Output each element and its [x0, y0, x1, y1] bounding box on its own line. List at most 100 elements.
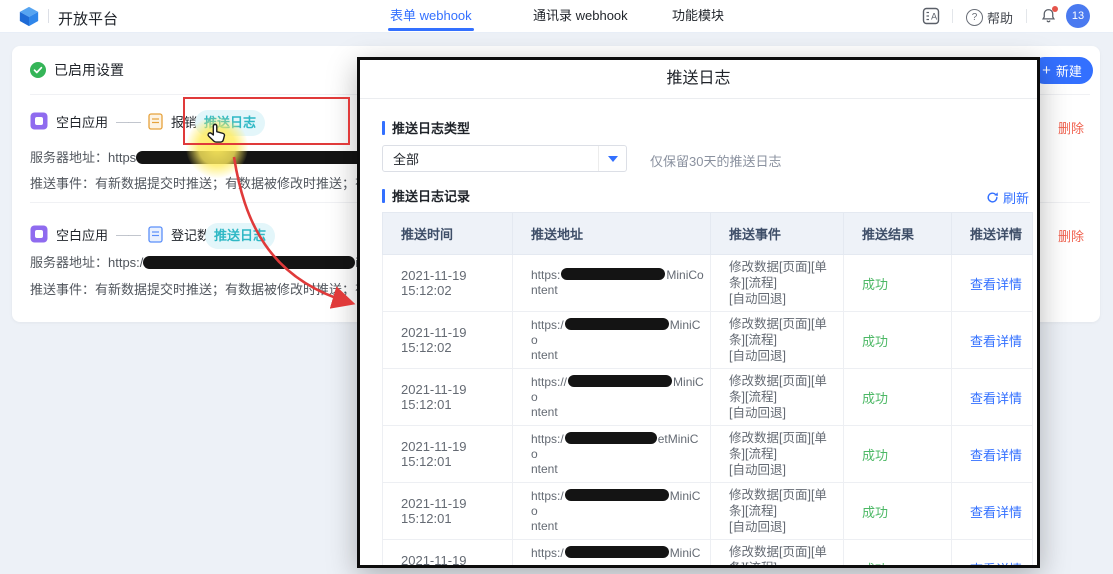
log-type-section-label: 推送日志类型: [382, 118, 470, 137]
cell-push-detail: 查看详情: [952, 483, 1033, 540]
cell-push-result: 成功: [844, 312, 952, 369]
url-wrap: ntent: [531, 462, 558, 476]
plus-icon: +: [1042, 63, 1051, 78]
cell-push-time: 2021-11-19 15:12:00: [383, 540, 513, 569]
cell-push-url: https:/MiniContent: [513, 483, 711, 540]
form-doc-icon-orange: [148, 113, 163, 130]
cell-push-result: 成功: [844, 483, 952, 540]
cell-push-url: https: MiniCo ntent: [513, 255, 711, 312]
cell-push-time: 2021-11-19 15:12:01: [383, 369, 513, 426]
redaction-bar: [565, 546, 669, 558]
new-button[interactable]: + 新建: [1031, 57, 1093, 84]
refresh-button[interactable]: 刷新: [986, 188, 1029, 207]
table-row: 2021-11-19 15:12:01https:/MiniContent修改数…: [383, 483, 1033, 540]
chevron-down-icon: [608, 156, 618, 162]
view-detail-link[interactable]: 查看详情: [970, 562, 1022, 569]
url-wrap: ntent: [531, 348, 558, 362]
tab-contacts-webhook[interactable]: 通讯录 webhook: [533, 0, 628, 31]
tab-feature-modules[interactable]: 功能模块: [672, 0, 724, 31]
push-log-modal: 推送日志 推送日志类型 全部 仅保留30天的推送日志 推送日志记录 刷新: [357, 57, 1040, 568]
cell-push-event: 修改数据[页面][单条][流程][自动回退]: [711, 312, 844, 369]
url-wrap: ntent: [531, 283, 558, 297]
cell-push-time: 2021-11-19 15:12:02: [383, 312, 513, 369]
log-records-section-label: 推送日志记录: [382, 186, 470, 205]
notification-bell-icon[interactable]: [1040, 7, 1057, 30]
event-line-1: 修改数据[页面][单条][流程]: [729, 317, 827, 347]
url-wrap: ntent: [531, 519, 558, 533]
app-type-label: 空白应用: [56, 112, 108, 131]
cell-push-event: 修改数据[页面][单条][流程][自动回退]: [711, 369, 844, 426]
url-tail: MiniCo: [666, 268, 703, 282]
url-prefix: https:/: [531, 432, 564, 446]
url-wrap: ntent: [531, 405, 558, 419]
col-push-url: 推送地址: [513, 213, 711, 255]
view-detail-link[interactable]: 查看详情: [970, 277, 1022, 292]
blank-app-icon: [30, 112, 48, 130]
redaction-bar: [568, 375, 672, 387]
table-row: 2021-11-19 15:12:02 https: MiniCo ntent 修改数据…: [383, 255, 1033, 312]
log-type-dropdown[interactable]: 全部: [382, 145, 627, 172]
cell-push-url: https:/MiniContent: [513, 540, 711, 569]
user-avatar[interactable]: 13: [1066, 4, 1090, 28]
view-detail-link[interactable]: 查看详情: [970, 505, 1022, 520]
page-title: 开放平台: [58, 8, 118, 29]
push-log-table: 推送时间 推送地址 推送事件 推送结果 推送详情 2021-11-19 15:1…: [382, 212, 1032, 568]
delete-link-2[interactable]: 删除: [1058, 226, 1084, 245]
result-success: 成功: [862, 391, 888, 406]
help-button[interactable]: ? 帮助: [966, 8, 1013, 27]
cell-push-result: 成功: [844, 426, 952, 483]
annotation-red-rectangle: [183, 97, 350, 145]
svg-text:A: A: [931, 13, 938, 23]
view-detail-link[interactable]: 查看详情: [970, 448, 1022, 463]
app-type-label: 空白应用: [56, 225, 108, 244]
dropdown-selected-value: 全部: [383, 149, 598, 168]
app-logo-cube-icon: [18, 5, 40, 27]
redaction-bar: [143, 256, 355, 269]
cell-push-url: https:/MiniContent: [513, 312, 711, 369]
notification-dot: [1052, 6, 1058, 12]
cell-push-url: https://MiniContent: [513, 369, 711, 426]
view-detail-link[interactable]: 查看详情: [970, 334, 1022, 349]
cell-push-time: 2021-11-19 15:12:02: [383, 255, 513, 312]
dash-separator: ——: [116, 114, 140, 129]
retention-note: 仅保留30天的推送日志: [650, 151, 781, 170]
table-row: 2021-11-19 15:12:02https:/MiniContent修改数…: [383, 312, 1033, 369]
dash-separator: ——: [116, 227, 140, 242]
cell-push-result: 成功: [844, 369, 952, 426]
cell-push-detail: 查看详情: [952, 255, 1033, 312]
result-success: 成功: [862, 277, 888, 292]
refresh-icon: [986, 191, 999, 204]
view-detail-link[interactable]: 查看详情: [970, 391, 1022, 406]
delete-link-1[interactable]: 删除: [1058, 118, 1084, 137]
table-row: 2021-11-19 15:12:01https:/etMiniContent修…: [383, 426, 1033, 483]
redaction-bar: [565, 489, 669, 501]
url-prefix: https:/: [531, 546, 564, 560]
redaction-bar: [565, 318, 669, 330]
section-accent-bar: [382, 189, 385, 203]
header-divider: [952, 9, 953, 23]
brand-divider: [48, 9, 49, 23]
event-line-2: [自动回退]: [729, 292, 786, 306]
cell-push-event: 修改数据[页面][单条][流程][自动回退]: [711, 426, 844, 483]
url-prefix: https:/: [531, 318, 564, 332]
modal-title: 推送日志: [360, 60, 1037, 99]
event-line-2: [自动回退]: [729, 463, 786, 477]
section-accent-bar: [382, 121, 385, 135]
table-row: 2021-11-19 15:12:01https://MiniContent修改…: [383, 369, 1033, 426]
col-push-detail: 推送详情: [952, 213, 1033, 255]
cell-push-event: 修改数据[页面][单条][流程][自动回退]: [711, 483, 844, 540]
cell-push-detail: 查看详情: [952, 540, 1033, 569]
url-prefix: https:/: [531, 489, 564, 503]
url-prefix: https:: [531, 268, 560, 282]
table-header-row: 推送时间 推送地址 推送事件 推送结果 推送详情: [383, 213, 1033, 255]
address-book-icon[interactable]: A: [922, 7, 940, 25]
tab-form-webhook[interactable]: 表单 webhook: [390, 0, 472, 31]
push-log-button-2[interactable]: 推送日志: [205, 223, 275, 249]
log-type-label-text: 推送日志类型: [392, 118, 470, 137]
log-table-body: 2021-11-19 15:12:02 https: MiniCo ntent 修改数据…: [383, 255, 1033, 569]
event-line-1: 修改数据[页面][单条][流程]: [729, 260, 827, 290]
header-divider: [1026, 9, 1027, 23]
event-line-1: 修改数据[页面][单条][流程]: [729, 374, 827, 404]
event-line-1: 修改数据[页面][单条][流程]: [729, 545, 827, 568]
cell-push-result: 成功: [844, 255, 952, 312]
